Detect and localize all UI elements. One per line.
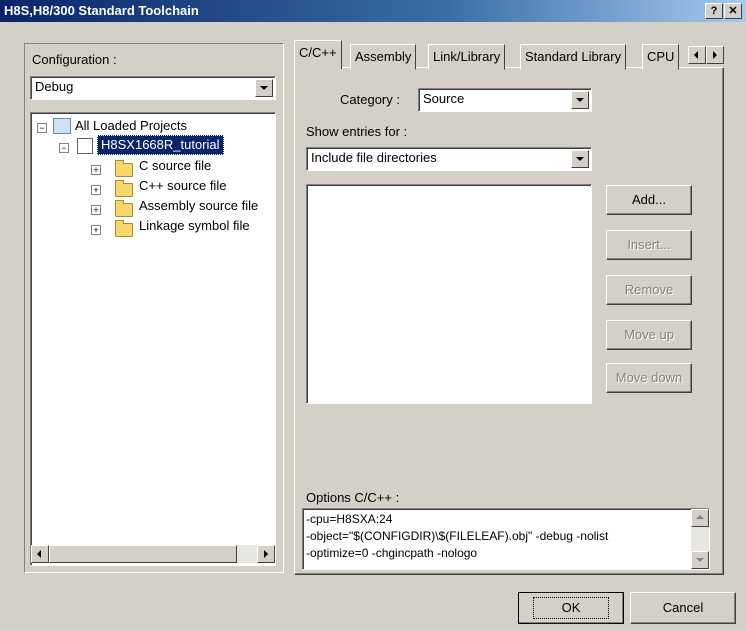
folder-icon	[115, 200, 133, 217]
chevron-down-icon[interactable]	[571, 150, 589, 168]
chevron-down-icon[interactable]	[571, 91, 589, 109]
tab-scroll-right-button[interactable]	[706, 46, 724, 64]
horizontal-scrollbar[interactable]	[31, 545, 275, 563]
tree-folder[interactable]: C++ source file	[139, 177, 226, 195]
tab-link-library[interactable]: Link/Library	[428, 44, 506, 70]
scroll-up-button[interactable]	[691, 509, 709, 527]
options-line: -optimize=0 -chgincpath -nologo	[306, 546, 478, 560]
expand-icon[interactable]: +	[91, 205, 101, 215]
tab-scroll-left-button[interactable]	[688, 46, 706, 64]
options-label: Options C/C++ :	[306, 490, 400, 505]
configuration-value: Debug	[35, 79, 74, 94]
show-entries-value: Include file directories	[311, 150, 437, 165]
show-entries-label: Show entries for :	[306, 124, 408, 139]
scroll-right-button[interactable]	[257, 545, 275, 563]
tree-root[interactable]: All Loaded Projects	[75, 117, 187, 135]
projects-icon	[53, 118, 71, 134]
project-icon	[77, 138, 93, 154]
folder-icon	[115, 160, 133, 177]
expand-icon[interactable]: +	[91, 185, 101, 195]
vertical-scrollbar[interactable]	[691, 509, 709, 569]
tab-assembly[interactable]: Assembly	[350, 44, 417, 70]
tree-folder[interactable]: Assembly source file	[139, 197, 258, 215]
show-entries-select[interactable]: Include file directories	[306, 147, 592, 171]
folder-icon	[115, 220, 133, 237]
configuration-label: Configuration :	[32, 52, 117, 67]
scroll-left-button[interactable]	[31, 545, 49, 563]
expand-icon[interactable]: +	[91, 225, 101, 235]
category-value: Source	[423, 91, 465, 106]
ok-label: OK	[532, 597, 610, 619]
cancel-button[interactable]: Cancel	[630, 592, 736, 624]
remove-button[interactable]: Remove	[606, 275, 692, 305]
project-tree[interactable]: − All Loaded Projects − H8SX1668R_tutori…	[30, 112, 276, 566]
options-textarea[interactable]: -cpu=H8SXA:24 -object="$(CONFIGDIR)\$(FI…	[302, 508, 710, 570]
tab-standard-library[interactable]: Standard Library	[520, 44, 627, 70]
tab-cc[interactable]: C/C++	[294, 40, 342, 69]
close-button[interactable]: ✕	[724, 3, 742, 19]
category-select[interactable]: Source	[418, 88, 592, 112]
tree-project-selected[interactable]: H8SX1668R_tutorial	[97, 135, 224, 155]
tree-folder[interactable]: C source file	[139, 157, 211, 175]
configuration-select[interactable]: Debug	[30, 76, 276, 100]
help-button[interactable]: ?	[705, 3, 723, 19]
title-bar: H8S,H8/300 Standard Toolchain ? ✕	[0, 0, 746, 22]
folder-icon	[115, 180, 133, 197]
category-label: Category :	[340, 92, 400, 107]
directories-listbox[interactable]	[306, 184, 592, 404]
collapse-icon[interactable]: −	[59, 143, 69, 153]
chevron-down-icon[interactable]	[255, 79, 273, 97]
add-button[interactable]: Add...	[606, 185, 692, 215]
options-line: -object="$(CONFIGDIR)\$(FILELEAF).obj" -…	[306, 529, 609, 543]
options-line: -cpu=H8SXA:24	[306, 512, 393, 526]
tab-cpu[interactable]: CPU	[642, 44, 680, 70]
expand-icon[interactable]: +	[91, 165, 101, 175]
scroll-thumb[interactable]	[49, 545, 237, 563]
ok-button[interactable]: OK	[518, 592, 624, 624]
scroll-down-button[interactable]	[691, 551, 709, 569]
collapse-icon[interactable]: −	[37, 123, 47, 133]
insert-button[interactable]: Insert...	[606, 230, 692, 260]
tree-folder[interactable]: Linkage symbol file	[139, 217, 250, 235]
move-up-button[interactable]: Move up	[606, 320, 692, 350]
move-down-button[interactable]: Move down	[606, 363, 692, 393]
window-title: H8S,H8/300 Standard Toolchain	[4, 3, 199, 18]
